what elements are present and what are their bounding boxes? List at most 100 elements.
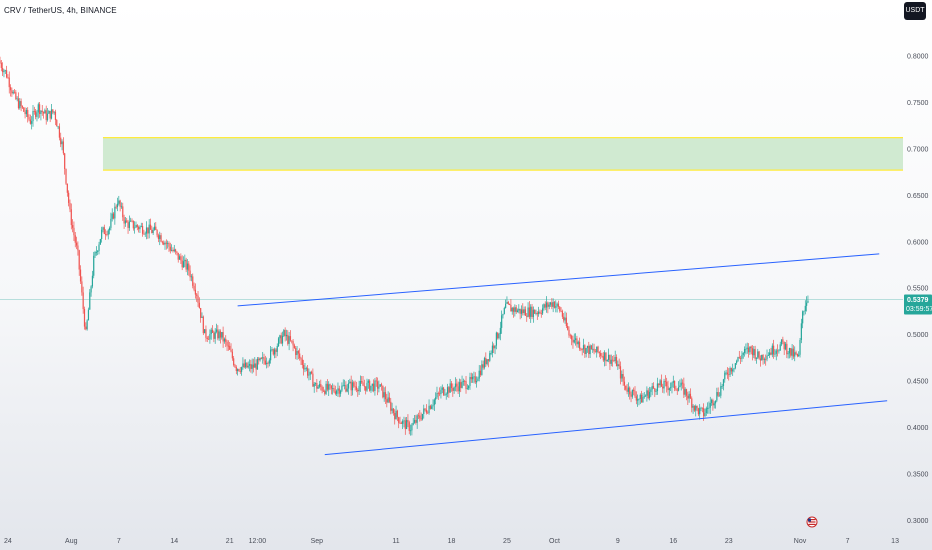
candles-group — [0, 56, 809, 436]
candle-body — [213, 332, 215, 339]
candle-body — [264, 360, 266, 365]
candle-body — [86, 320, 88, 330]
candle-body — [787, 353, 789, 355]
candle-body — [42, 112, 45, 114]
candle-body — [487, 359, 490, 361]
candle-body — [130, 220, 132, 222]
candle-body — [411, 424, 413, 431]
candle-body — [630, 394, 632, 397]
y-tick-label: 0.6000 — [907, 239, 929, 246]
candle-body — [494, 345, 496, 349]
candle-body — [652, 386, 655, 389]
candle-body — [460, 382, 462, 388]
candle-body — [95, 251, 97, 253]
candle-body — [754, 349, 756, 359]
candle-body — [156, 230, 158, 236]
candle-body — [128, 221, 130, 228]
y-tick-label: 0.8000 — [907, 53, 929, 60]
candle-body — [519, 308, 521, 314]
candle-body — [646, 390, 648, 396]
candle-body — [449, 383, 451, 393]
candle-body — [749, 346, 751, 353]
candle-body — [188, 263, 190, 271]
candle-body — [345, 385, 347, 392]
candle-body — [518, 308, 520, 311]
y-tick-label: 0.3000 — [907, 518, 929, 525]
candle-body — [596, 346, 598, 353]
candle-body — [720, 386, 722, 396]
candle-body — [392, 408, 395, 413]
candle-body — [478, 370, 480, 379]
candle-body — [572, 339, 574, 343]
candle-body — [136, 224, 138, 228]
candle-body — [782, 339, 784, 342]
candle-body — [594, 351, 596, 353]
x-tick-label: 21 — [226, 538, 234, 545]
candle-body — [155, 226, 157, 231]
candle-body — [766, 355, 768, 360]
candle-body — [417, 415, 420, 417]
candle-body — [48, 110, 50, 114]
candle-body — [660, 380, 663, 387]
candle-body — [288, 336, 290, 344]
candle-body — [371, 383, 373, 386]
candle-body — [4, 70, 6, 72]
candle-body — [383, 392, 385, 398]
candle-body — [101, 229, 103, 239]
candle-body — [597, 346, 599, 353]
currency-button[interactable]: USDT — [904, 2, 926, 20]
candle-body — [280, 335, 282, 344]
candle-body — [792, 348, 795, 357]
candle-body — [588, 345, 590, 355]
candle-body — [535, 312, 537, 314]
candle-body — [115, 206, 117, 208]
candle-body — [684, 389, 686, 395]
candle-body — [114, 206, 116, 219]
candle-body — [44, 110, 46, 114]
candle-body — [408, 422, 410, 431]
candle-body — [441, 387, 443, 390]
candle-body — [103, 227, 105, 234]
x-tick-label: 14 — [170, 538, 178, 545]
candle-body — [626, 389, 628, 392]
candle-body — [700, 407, 702, 409]
candle-body — [697, 408, 699, 415]
candle-body — [568, 329, 570, 336]
candle-body — [201, 316, 203, 318]
candle-body — [435, 397, 437, 400]
candle-body — [164, 242, 166, 245]
candle-body — [691, 398, 693, 408]
candle-body — [765, 359, 767, 360]
price-chart[interactable]: 0.8000 0.7500 0.7000 0.6500 0.6000 0.5500 0.50… — [0, 0, 932, 550]
candle-body — [68, 192, 70, 203]
candle-body — [516, 310, 519, 313]
candle-body — [670, 387, 672, 389]
candle-body — [485, 357, 487, 365]
candle-body — [751, 348, 754, 356]
candle-body — [631, 389, 633, 397]
candle-body — [300, 357, 302, 360]
candle-body — [296, 351, 298, 356]
x-tick-label: 23 — [725, 538, 733, 545]
candle-body — [619, 366, 622, 379]
candle-body — [110, 218, 112, 228]
candle-body — [655, 391, 657, 392]
candle-body — [19, 101, 21, 109]
candle-body — [758, 351, 760, 359]
candle-body — [225, 338, 227, 342]
candle-body — [291, 340, 293, 342]
candle-body — [736, 361, 738, 364]
candle-body — [82, 292, 84, 310]
candle-body — [552, 301, 554, 307]
candle-body — [610, 359, 612, 364]
candle-body — [74, 235, 76, 243]
candle-body — [532, 309, 534, 318]
candle-body — [402, 421, 404, 424]
candle-body — [663, 380, 665, 389]
candle-body — [317, 386, 319, 389]
candle-body — [419, 415, 421, 419]
candle-body — [511, 307, 513, 312]
candle-body — [474, 376, 476, 383]
candle-body — [205, 329, 207, 338]
candle-body — [420, 418, 422, 420]
